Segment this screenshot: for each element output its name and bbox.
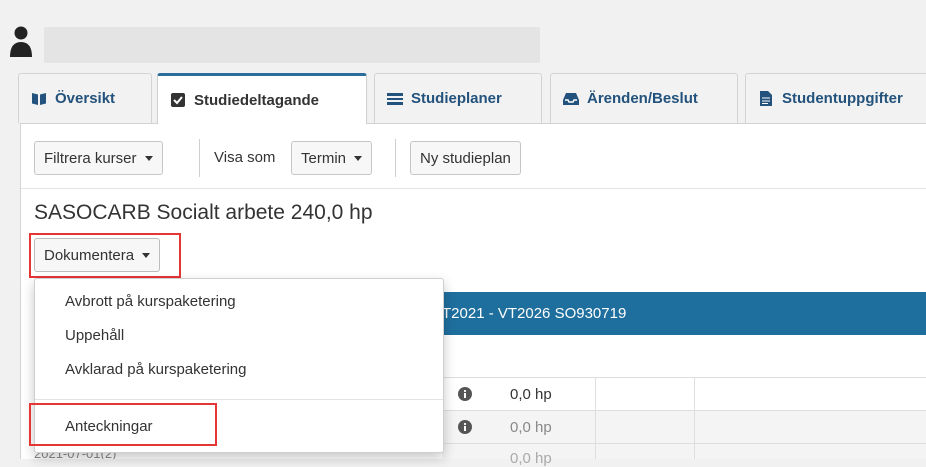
highlight-box-document <box>29 233 181 278</box>
highlight-box-notes <box>29 403 217 446</box>
tab-label: Studiedeltagande <box>194 91 320 109</box>
table-row: 0,0 hp <box>442 443 926 467</box>
tab-bar: Översikt Studiedeltagande Studieplaner Ä… <box>0 73 926 124</box>
table-divider <box>595 377 596 459</box>
study-period-text: T2021 - VT2026 SO930719 <box>442 305 627 322</box>
tab-label: Översikt <box>55 90 116 107</box>
tab-studentuppgifter[interactable]: Studentuppgifter <box>745 73 926 123</box>
toolbar-rule <box>21 188 926 189</box>
info-icon[interactable] <box>456 418 474 436</box>
filter-courses-button[interactable]: Filtrera kurser <box>34 141 163 175</box>
view-as-label: Visa som <box>214 149 276 166</box>
tab-studiedeltagande[interactable]: Studiedeltagande <box>157 73 367 124</box>
tab-label: Studentuppgifter <box>782 90 903 107</box>
tab-oversikt[interactable]: Översikt <box>18 73 152 123</box>
menu-item-interruption[interactable]: Avbrott på kurspaketering <box>65 293 236 310</box>
user-name-field <box>44 27 540 63</box>
tab-studieplaner[interactable]: Studieplaner <box>374 73 542 123</box>
chevron-down-icon <box>144 155 153 161</box>
table-row: 0,0 hp <box>442 377 926 410</box>
study-period-bar: T2021 - VT2026 SO930719 <box>442 292 926 335</box>
tab-label: Ärenden/Beslut <box>587 90 698 107</box>
toolbar-divider <box>199 139 200 177</box>
view-mode-select[interactable]: Termin <box>291 141 373 175</box>
info-icon[interactable] <box>456 385 474 403</box>
menu-item-completed[interactable]: Avklarad på kurspaketering <box>65 361 247 378</box>
credits-value: 0,0 hp <box>510 386 552 403</box>
table-divider <box>694 377 695 459</box>
document-icon <box>758 91 774 107</box>
chevron-down-icon <box>354 155 363 161</box>
tab-arenden-beslut[interactable]: Ärenden/Beslut <box>550 73 738 123</box>
list-icon <box>387 91 403 107</box>
filter-courses-label: Filtrera kurser <box>44 149 137 167</box>
new-study-plan-button[interactable]: Ny studieplan <box>410 141 521 175</box>
view-mode-value: Termin <box>301 149 347 167</box>
user-icon <box>8 24 38 58</box>
menu-divider <box>35 399 443 400</box>
toolbar-divider <box>395 139 396 177</box>
checkbox-icon <box>170 92 186 108</box>
program-title: SASOCARB Socialt arbete 240,0 hp <box>34 201 373 224</box>
inbox-icon <box>563 91 579 107</box>
table-row: 0,0 hp <box>442 410 926 443</box>
credits-value: 0,0 hp <box>510 419 552 436</box>
tab-label: Studieplaner <box>411 90 502 107</box>
book-icon <box>31 91 47 107</box>
new-study-plan-label: Ny studieplan <box>420 149 511 167</box>
menu-item-break[interactable]: Uppehåll <box>65 327 124 344</box>
